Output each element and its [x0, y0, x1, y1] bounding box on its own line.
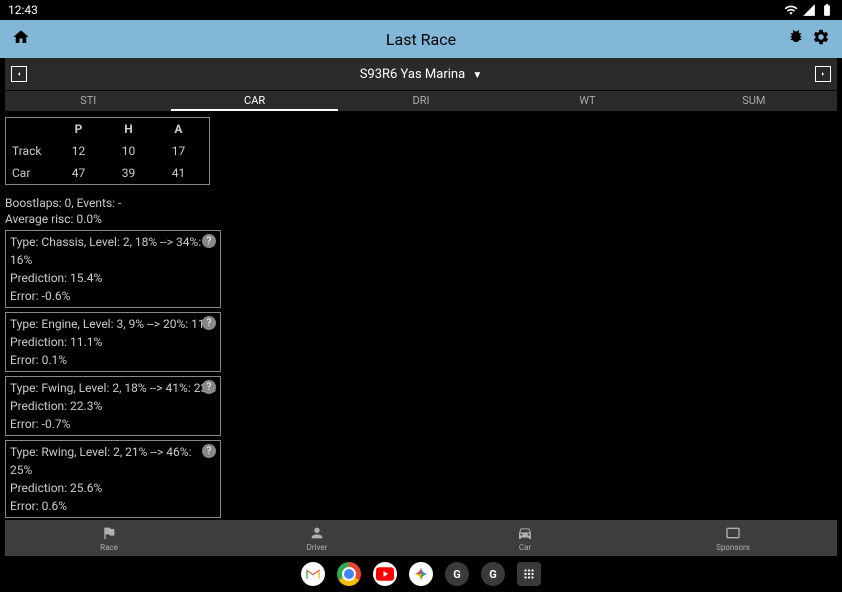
subheader: S93R6 Yas Marina ▼	[5, 58, 837, 90]
chevron-down-icon: ▼	[472, 70, 482, 81]
battery-icon	[820, 3, 834, 17]
prev-race-button[interactable]	[11, 66, 27, 82]
dock: G G	[0, 556, 842, 592]
tabs: STI CAR DRI WT SUM	[5, 91, 837, 111]
part-box: ? Type: Chassis, Level: 2, 18% --> 34%: …	[5, 230, 221, 308]
tab-wt[interactable]: WT	[504, 91, 670, 111]
status-time: 12:43	[8, 3, 38, 17]
signal-icon	[802, 3, 816, 17]
help-icon[interactable]: ?	[202, 380, 216, 394]
youtube-icon[interactable]	[373, 562, 397, 586]
table-row: Car 47 39 41	[6, 162, 209, 184]
next-race-button[interactable]	[815, 66, 831, 82]
tab-sum[interactable]: SUM	[671, 91, 837, 111]
nav-driver[interactable]: Driver	[213, 520, 421, 556]
app-icon-2[interactable]: G	[481, 562, 505, 586]
part-box: ? Type: Fwing, Level: 2, 18% --> 41%: 23…	[5, 376, 221, 436]
chrome-icon[interactable]	[337, 562, 361, 586]
help-icon[interactable]: ?	[202, 234, 216, 248]
sponsors-icon	[725, 525, 741, 541]
race-selector[interactable]: S93R6 Yas Marina ▼	[360, 67, 483, 82]
risc-info: Average risc: 0.0%	[5, 212, 837, 226]
stats-table: P H A Track 12 10 17 Car 47 39 41	[5, 117, 210, 185]
status-bar: 12:43	[0, 0, 842, 20]
content: P H A Track 12 10 17 Car 47 39 41 Boostl…	[0, 111, 842, 533]
nav-car[interactable]: Car	[421, 520, 629, 556]
photos-icon[interactable]	[409, 562, 433, 586]
nav-race[interactable]: Race	[5, 520, 213, 556]
settings-icon[interactable]	[812, 28, 830, 50]
car-icon	[517, 525, 533, 541]
part-box: ? Type: Rwing, Level: 2, 21% --> 46%: 25…	[5, 440, 221, 518]
wifi-icon	[784, 3, 798, 17]
boostlaps-info: Boostlaps: 0, Events: -	[5, 196, 837, 210]
app-bar: Last Race	[0, 20, 842, 58]
flag-icon	[101, 525, 117, 541]
tab-sti[interactable]: STI	[5, 91, 171, 111]
status-icons	[784, 3, 834, 17]
tab-dri[interactable]: DRI	[338, 91, 504, 111]
gmail-icon[interactable]	[301, 562, 325, 586]
page-title: Last Race	[386, 30, 456, 49]
part-box: ? Type: Engine, Level: 3, 9% --> 20%: 11…	[5, 312, 221, 372]
home-icon[interactable]	[12, 28, 30, 50]
person-icon	[309, 525, 325, 541]
help-icon[interactable]: ?	[202, 316, 216, 330]
app-icon-1[interactable]: G	[445, 562, 469, 586]
help-icon[interactable]: ?	[202, 444, 216, 458]
nav-sponsors[interactable]: Sponsors	[629, 520, 837, 556]
apps-icon[interactable]	[517, 562, 541, 586]
bottom-nav: Race Driver Car Sponsors	[5, 520, 837, 556]
tab-car[interactable]: CAR	[171, 91, 337, 111]
bug-icon[interactable]	[788, 28, 804, 50]
table-row: Track 12 10 17	[6, 140, 209, 162]
